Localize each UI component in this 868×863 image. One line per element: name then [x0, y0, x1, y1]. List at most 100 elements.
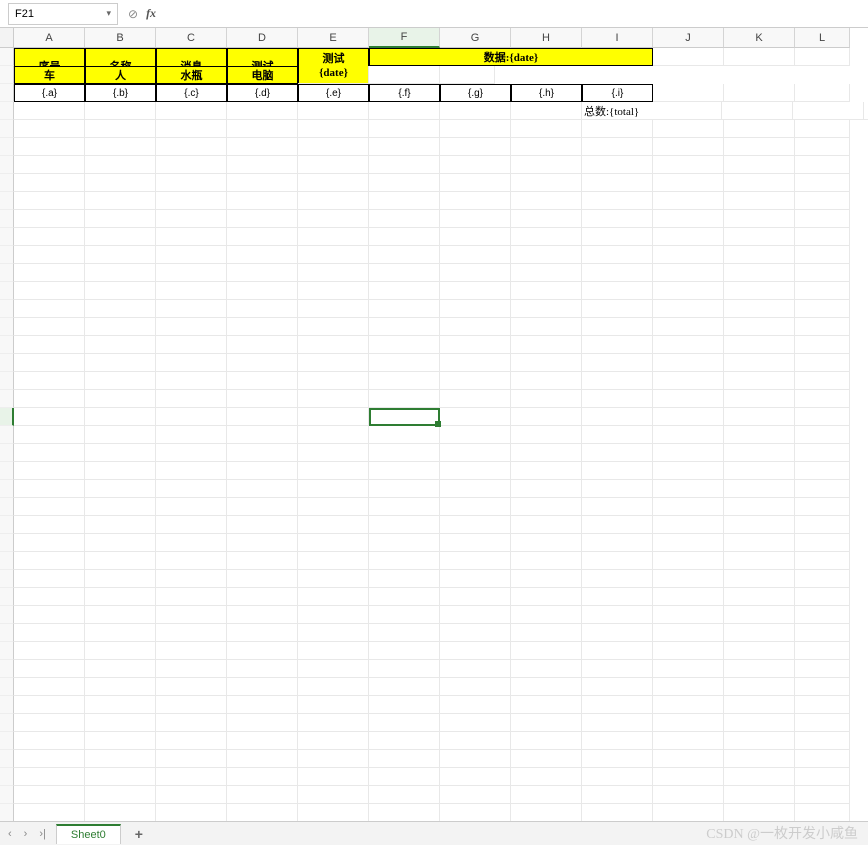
cell[interactable] [511, 624, 582, 642]
cell[interactable] [511, 534, 582, 552]
cell[interactable] [227, 750, 298, 768]
cell[interactable] [511, 480, 582, 498]
cell[interactable] [298, 120, 369, 138]
cell[interactable] [653, 444, 724, 462]
cells-area[interactable]: 序号名称消息测试测试{date}数据:{date}车人水瓶电脑{.a}{.b}{… [14, 48, 868, 822]
cell[interactable] [14, 102, 85, 120]
row-header[interactable] [0, 552, 14, 570]
cell[interactable] [369, 138, 440, 156]
cell[interactable] [653, 408, 724, 426]
cell[interactable] [227, 336, 298, 354]
cell[interactable] [724, 336, 795, 354]
cell[interactable] [227, 516, 298, 534]
cell[interactable] [795, 390, 850, 408]
cell[interactable] [440, 102, 511, 120]
row-header[interactable] [0, 192, 14, 210]
cell[interactable] [14, 786, 85, 804]
cell[interactable] [227, 768, 298, 786]
cell[interactable] [511, 660, 582, 678]
cell[interactable] [511, 372, 582, 390]
cell[interactable] [795, 210, 850, 228]
cell[interactable] [156, 192, 227, 210]
cell[interactable] [14, 354, 85, 372]
cell[interactable] [85, 570, 156, 588]
cell[interactable] [440, 372, 511, 390]
cell[interactable] [511, 336, 582, 354]
cell[interactable]: {.i} [582, 84, 653, 102]
cell[interactable]: 车 [14, 66, 85, 84]
row-header[interactable] [0, 588, 14, 606]
row-header[interactable] [0, 84, 14, 102]
cell[interactable] [511, 120, 582, 138]
row-header[interactable] [0, 138, 14, 156]
cell[interactable] [511, 714, 582, 732]
cell[interactable] [85, 264, 156, 282]
cell[interactable] [440, 282, 511, 300]
cell[interactable] [795, 678, 850, 696]
cell[interactable] [653, 282, 724, 300]
cell[interactable] [511, 588, 582, 606]
cell[interactable] [227, 120, 298, 138]
cell[interactable] [653, 318, 724, 336]
cell[interactable] [440, 210, 511, 228]
cell[interactable] [298, 606, 369, 624]
cell[interactable] [440, 750, 511, 768]
cell[interactable] [14, 768, 85, 786]
cell[interactable] [582, 228, 653, 246]
cell[interactable] [511, 138, 582, 156]
cell[interactable] [227, 786, 298, 804]
cell[interactable] [795, 534, 850, 552]
cell[interactable] [511, 786, 582, 804]
cell[interactable] [582, 192, 653, 210]
cell[interactable] [156, 534, 227, 552]
cell[interactable] [724, 48, 795, 66]
cell[interactable] [227, 264, 298, 282]
cell[interactable] [156, 246, 227, 264]
nav-next-icon[interactable]: › [22, 828, 30, 840]
add-sheet-button[interactable]: + [129, 826, 149, 842]
cell[interactable] [653, 678, 724, 696]
cell[interactable] [14, 264, 85, 282]
cell[interactable] [369, 714, 440, 732]
cell[interactable] [724, 480, 795, 498]
cell[interactable] [440, 570, 511, 588]
cell[interactable] [369, 246, 440, 264]
cell[interactable] [298, 192, 369, 210]
cell[interactable] [511, 282, 582, 300]
cell[interactable] [298, 678, 369, 696]
cell[interactable] [653, 246, 724, 264]
cell[interactable] [298, 246, 369, 264]
cell[interactable] [298, 264, 369, 282]
cell[interactable] [582, 300, 653, 318]
cell[interactable] [582, 804, 653, 822]
col-header-G[interactable]: G [440, 28, 511, 48]
cell[interactable] [14, 462, 85, 480]
cell[interactable] [369, 102, 440, 120]
cell[interactable] [369, 210, 440, 228]
cell[interactable] [582, 570, 653, 588]
row-header[interactable] [0, 228, 14, 246]
cell[interactable] [653, 426, 724, 444]
sheet-tab[interactable]: Sheet0 [56, 824, 121, 844]
cell[interactable] [14, 246, 85, 264]
cell[interactable] [511, 462, 582, 480]
cell[interactable]: 总数:{total} [582, 102, 722, 120]
cell[interactable] [724, 210, 795, 228]
cell[interactable] [298, 732, 369, 750]
row-header[interactable] [0, 642, 14, 660]
cell[interactable] [724, 84, 795, 102]
cell[interactable] [85, 246, 156, 264]
cell[interactable] [582, 246, 653, 264]
cell[interactable] [298, 228, 369, 246]
cell[interactable] [369, 732, 440, 750]
cell[interactable] [653, 462, 724, 480]
chevron-down-icon[interactable]: ▾ [106, 8, 111, 19]
cell[interactable] [795, 372, 850, 390]
cell[interactable] [582, 390, 653, 408]
cell[interactable] [156, 462, 227, 480]
col-header-A[interactable]: A [14, 28, 85, 48]
cell[interactable] [653, 498, 724, 516]
cell[interactable] [795, 570, 850, 588]
cell[interactable] [440, 228, 511, 246]
cell[interactable] [582, 660, 653, 678]
